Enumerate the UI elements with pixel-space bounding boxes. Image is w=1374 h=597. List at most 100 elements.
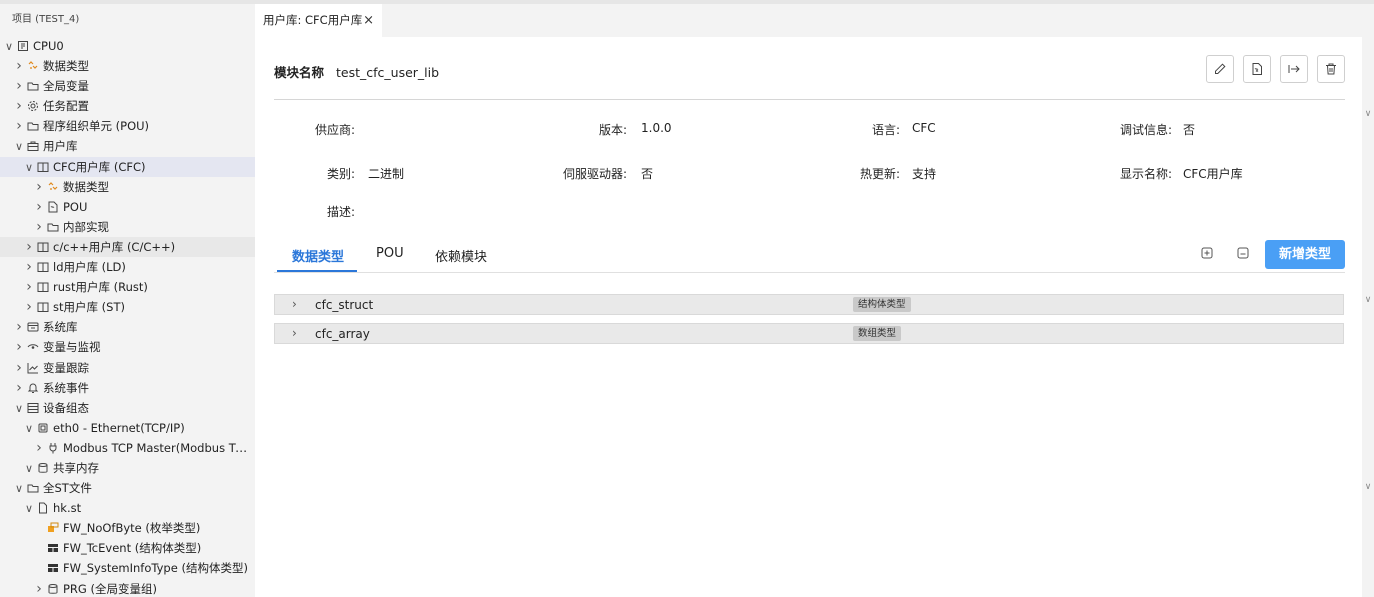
chevron-right-icon[interactable]: ›: [14, 96, 24, 116]
tree-item[interactable]: › ld用户库 (LD): [0, 257, 255, 277]
database-icon: [37, 462, 49, 474]
database-icon: [47, 583, 59, 595]
tree-item[interactable]: ∨ CFC用户库 (CFC): [0, 156, 255, 177]
tree-item[interactable]: › 变量与监视: [0, 337, 255, 357]
chevron-right-icon[interactable]: ›: [24, 277, 34, 297]
chevron-right-icon[interactable]: ›: [14, 56, 24, 76]
expand-all-button[interactable]: [1200, 246, 1214, 260]
tree-item[interactable]: › 系统事件: [0, 378, 255, 398]
tree-item[interactable]: › Modbus TCP Master(Modbus TCP...: [0, 438, 255, 458]
trend-icon: [27, 362, 39, 374]
tab-label: 用户库: CFC用户库: [263, 13, 363, 27]
close-icon[interactable]: ×: [363, 4, 374, 37]
chevron-right-icon[interactable]: ›: [34, 177, 44, 197]
chevron-down-icon[interactable]: ∨: [24, 459, 34, 478]
chevron-right-icon[interactable]: ›: [14, 378, 24, 398]
delete-button[interactable]: [1317, 55, 1345, 83]
tree-item[interactable]: ∨ 共享内存: [0, 458, 255, 478]
tree-item[interactable]: FW_SystemInfoType (结构体类型): [0, 558, 255, 578]
tree-item[interactable]: ∨ hk.st: [0, 498, 255, 518]
chevron-right-icon[interactable]: ›: [14, 358, 24, 378]
tab-pou[interactable]: POU: [376, 246, 404, 261]
tree-item[interactable]: › st用户库 (ST): [0, 297, 255, 317]
tree-item[interactable]: ∨ eth0 - Ethernet(TCP/IP): [0, 418, 255, 438]
chevron-right-icon[interactable]: ›: [34, 579, 44, 597]
tree-item-label: st用户库 (ST): [53, 300, 125, 315]
pou-button[interactable]: [1243, 55, 1271, 83]
plug-icon: [47, 442, 59, 454]
chevron-right-icon[interactable]: ›: [34, 197, 44, 217]
tree-item-label: rust用户库 (Rust): [53, 280, 148, 295]
chevron-right-icon[interactable]: ›: [24, 257, 34, 277]
add-type-button[interactable]: 新增类型: [1265, 240, 1345, 269]
chevron-right-icon[interactable]: ›: [34, 438, 44, 458]
book-icon: [37, 161, 49, 173]
chevron-down-icon[interactable]: ∨: [24, 499, 34, 518]
library-icon: [27, 321, 39, 333]
book-icon: [37, 241, 49, 253]
struct-icon: [47, 562, 59, 574]
tree-item[interactable]: ∨ 用户库: [0, 136, 255, 156]
folder-icon: [47, 221, 59, 233]
tree-item[interactable]: FW_NoOfByte (枚举类型): [0, 518, 255, 538]
chevron-right-icon[interactable]: ›: [24, 297, 34, 317]
tree-item-label: CFC用户库 (CFC): [53, 159, 146, 174]
chevron-right-icon[interactable]: ›: [24, 237, 34, 257]
chevron-right-icon[interactable]: ›: [14, 116, 24, 136]
chevron-right-icon[interactable]: ›: [34, 217, 44, 237]
tree-item[interactable]: ∨ CPU0: [0, 36, 255, 56]
tree-item[interactable]: › 全局变量: [0, 76, 255, 96]
tree-item[interactable]: › 数据类型: [0, 56, 255, 76]
chevron-down-icon[interactable]: ∨: [14, 137, 24, 156]
folder-icon: [27, 80, 39, 92]
tree-item[interactable]: FW_TcEvent (结构体类型): [0, 538, 255, 558]
tree-item[interactable]: ∨ 全ST文件: [0, 478, 255, 498]
edit-button[interactable]: [1206, 55, 1234, 83]
tree-item[interactable]: › 内部实现: [0, 217, 255, 237]
tree-item[interactable]: ∨ 设备组态: [0, 398, 255, 418]
collapse-all-button[interactable]: [1236, 246, 1250, 260]
tree-item[interactable]: › 程序组织单元 (POU): [0, 116, 255, 136]
tree-item[interactable]: › PRG (全局变量组): [0, 579, 255, 597]
tree-item[interactable]: › 变量跟踪: [0, 358, 255, 378]
tab-cfc-user-lib[interactable]: 用户库: CFC用户库 ×: [255, 4, 382, 37]
tree-item-label: 内部实现: [63, 219, 109, 234]
chevron-right-icon[interactable]: ›: [14, 317, 24, 337]
chevron-right-icon[interactable]: ›: [14, 337, 24, 357]
tree-item[interactable]: › 数据类型: [0, 177, 255, 197]
tab-dependencies[interactable]: 依赖模块: [435, 246, 487, 265]
chevron-right-icon[interactable]: ›: [292, 326, 297, 340]
chevron-down-icon[interactable]: ∨: [1362, 482, 1374, 492]
version-value: 1.0.0: [641, 121, 672, 135]
tree-item-label: 共享内存: [53, 460, 99, 475]
chevron-down-icon[interactable]: ∨: [1362, 295, 1374, 305]
chevron-down-icon[interactable]: ∨: [4, 37, 14, 56]
tree-item[interactable]: › POU: [0, 197, 255, 217]
book-icon: [37, 281, 49, 293]
chevron-right-icon[interactable]: ›: [14, 76, 24, 96]
chevron-down-icon[interactable]: ∨: [14, 399, 24, 418]
expand-all-icon: [1201, 247, 1213, 259]
tree-item[interactable]: › 系统库: [0, 317, 255, 337]
tree-item-label: 程序组织单元 (POU): [43, 119, 150, 134]
chevron-down-icon[interactable]: ∨: [24, 419, 34, 438]
export-button[interactable]: [1280, 55, 1308, 83]
datatype-row[interactable]: › cfc_struct 结构体类型: [274, 294, 1344, 315]
chevron-down-icon[interactable]: ∨: [24, 158, 34, 177]
tree-item[interactable]: › rust用户库 (Rust): [0, 277, 255, 297]
folder-icon: [27, 482, 39, 494]
export-icon: [1288, 65, 1300, 73]
datatype-row[interactable]: › cfc_array 数组类型: [274, 323, 1344, 344]
tree-item[interactable]: › 任务配置: [0, 96, 255, 116]
tree-item[interactable]: › c/c++用户库 (C/C++): [0, 236, 255, 258]
project-explorer: 项目 (TEST_4) ∨ CPU0 › 数据类型 › 全局变量 › 任务配置 › 程序组织单元 …: [0, 4, 255, 597]
chevron-down-icon[interactable]: ∨: [1362, 109, 1374, 119]
right-gutter: ∨ ∨ ∨: [1362, 37, 1374, 597]
chevron-right-icon[interactable]: ›: [292, 297, 297, 311]
tab-datatypes[interactable]: 数据类型: [292, 246, 344, 265]
vendor-label: 供应商:: [314, 123, 355, 137]
module-name-label: 模块名称: [274, 65, 325, 80]
editor-tab-bar: 用户库: CFC用户库 ×: [255, 4, 1374, 37]
chevron-down-icon[interactable]: ∨: [14, 479, 24, 498]
collapse-all-icon: [1237, 247, 1249, 259]
